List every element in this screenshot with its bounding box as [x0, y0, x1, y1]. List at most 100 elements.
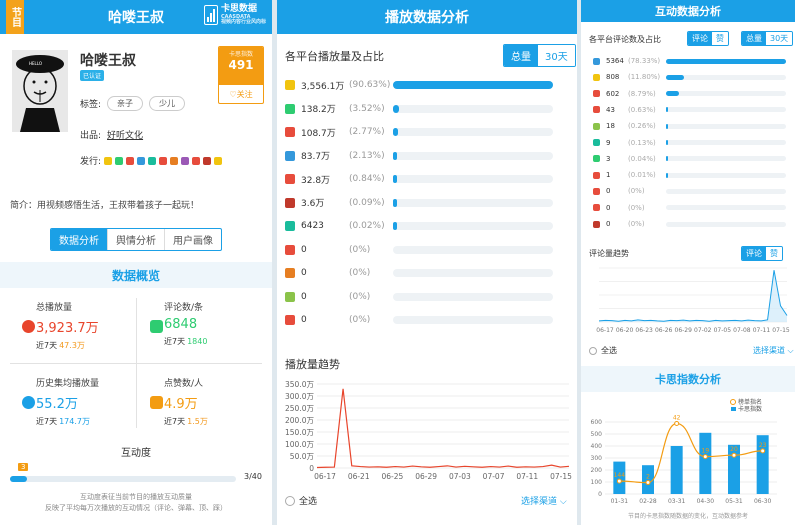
line-point — [731, 452, 737, 458]
thumb-icon — [150, 396, 163, 409]
platform-percent: (0.09%) — [349, 197, 385, 208]
y-tick-label: 200.0万 — [285, 416, 314, 425]
x-tick-label: 07-11 — [516, 472, 538, 481]
line-point — [702, 454, 708, 460]
toggle-like[interactable]: 赞 — [766, 247, 782, 260]
labels-caption: 标签: — [80, 100, 102, 110]
miaopai-icon — [285, 268, 295, 278]
x-tick-label: 05-31 — [725, 498, 743, 505]
x-tick-label: 04-30 — [697, 498, 715, 505]
x-tick-label: 07-15 — [772, 327, 790, 334]
label-pill[interactable]: 少儿 — [149, 96, 186, 111]
stat-value: 4.9万 — [164, 397, 198, 412]
tab-data-analysis[interactable]: 数据分析 — [51, 229, 107, 250]
x-tick-label: 01-31 — [611, 498, 629, 505]
platform-percent: (11.80%) — [628, 73, 661, 82]
platform-row: 0 (0%) — [593, 217, 786, 231]
platform-icon[interactable] — [181, 156, 190, 165]
interaction-bar — [10, 476, 236, 482]
x-tick-label: 06-21 — [348, 472, 370, 481]
platform-percent: (0%) — [349, 268, 371, 278]
tab-user-profile[interactable]: 用户画像 — [164, 229, 221, 250]
platform-row: 43 (0.63%) — [593, 103, 786, 117]
x-tick-label: 06-25 — [382, 472, 404, 481]
platform-percent: (90.63%) — [349, 80, 391, 90]
comment-trend-title: 评论量趋势 — [589, 249, 629, 258]
platform-row: 1 (0.01%) — [593, 168, 786, 182]
platform-value: 602 — [606, 89, 620, 98]
stat-value: 3,923.7万 — [36, 321, 99, 336]
platform-icon[interactable] — [104, 156, 113, 165]
toggle-total[interactable]: 总量 — [504, 45, 538, 66]
bar — [670, 446, 683, 494]
y-tick-label: 100.0万 — [285, 440, 314, 449]
platform-percent: (0%) — [628, 203, 645, 212]
tab-sentiment[interactable]: 舆情分析 — [107, 229, 164, 250]
platform-icon[interactable] — [159, 156, 168, 165]
toggle-comment[interactable]: 评论 — [688, 32, 712, 45]
platform-value: 18 — [606, 122, 615, 131]
x-tick-label: 07-08 — [733, 327, 751, 334]
platform-row: 138.2万 (3.52%) — [285, 102, 553, 116]
toggle-total[interactable]: 总量 — [742, 32, 766, 45]
y-tick-label: 200 — [591, 467, 603, 474]
platform-icon[interactable] — [192, 156, 201, 165]
toggle-comment[interactable]: 评论 — [742, 247, 766, 260]
platform-icon[interactable] — [115, 156, 124, 165]
stat-sub-value: 1.5万 — [187, 417, 208, 426]
platform-bar-track — [393, 81, 553, 89]
program-intro: 简介：用视频感悟生活，王叔带着孩子一起玩！ — [10, 201, 200, 211]
platform-percent: (0%) — [628, 220, 645, 228]
line-point — [616, 478, 622, 484]
platforms-row: 发行: — [80, 154, 223, 167]
platform-icon[interactable] — [170, 156, 179, 165]
platform-icon[interactable] — [203, 156, 212, 165]
y-tick-label: 350.0万 — [285, 380, 314, 389]
choose-channel-button[interactable]: 选择渠道 ⌵ — [753, 345, 794, 356]
comment-like-toggle: 评论 赞 — [687, 31, 729, 46]
youku-icon — [285, 80, 295, 90]
platform-value: 3.6万 — [301, 199, 325, 209]
line-label: 42 — [673, 415, 681, 422]
platform-icon — [593, 106, 600, 114]
platform-row: 0 (0%) — [593, 201, 786, 215]
platform-percent: (0.84%) — [349, 174, 385, 184]
legend-line-marker — [730, 399, 736, 405]
select-all[interactable]: 全选 — [589, 345, 617, 356]
stat-total-plays: 总播放量 3,923.7万 近7天 47.3万 — [10, 300, 130, 351]
platform-row: 32.8万 (0.84%) — [285, 172, 553, 186]
platform-icon[interactable] — [126, 156, 135, 165]
index-line — [619, 422, 763, 484]
logo-icon — [203, 5, 218, 26]
platform-icon[interactable] — [214, 156, 223, 165]
y-tick-label: 400 — [591, 443, 603, 450]
platform-bar — [666, 107, 668, 113]
choose-channel-button[interactable]: 选择渠道 ⌵ — [521, 494, 567, 507]
program-panel: 节目 哈喽王叔 卡思数据 CAASDATA 视频内容行业风向标 HELLO 哈喽王叔… — [0, 0, 272, 525]
platform-percent: (0.01%) — [628, 171, 656, 180]
platform-row: 6423 (0.02%) — [285, 219, 553, 233]
tencent-icon — [285, 127, 295, 137]
platform-value: 83.7万 — [301, 152, 331, 162]
platform-icon[interactable] — [137, 156, 146, 165]
follow-button[interactable]: ♡关注 — [219, 85, 263, 100]
line-label: 19 — [702, 448, 710, 455]
platform-icon[interactable] — [148, 156, 157, 165]
producer-link[interactable]: 好听文化 — [107, 131, 143, 141]
toggle-30d[interactable]: 30天 — [538, 45, 575, 66]
platform-bar-track — [393, 175, 553, 183]
y-tick-label: 300.0万 — [285, 392, 314, 401]
toggle-30d[interactable]: 30天 — [766, 32, 793, 45]
legend-bar-marker — [731, 407, 736, 411]
total-30d-toggle: 总量 30天 — [503, 44, 576, 67]
toggle-like[interactable]: 赞 — [712, 32, 728, 45]
producer-row: 出品: 好听文化 — [80, 128, 143, 141]
line-label: 144 — [614, 472, 626, 479]
platform-value: 6423 — [301, 221, 324, 231]
platform-bar — [666, 140, 668, 145]
label-pill[interactable]: 亲子 — [107, 96, 144, 111]
select-all[interactable]: 全选 — [285, 494, 317, 507]
platform-bar — [393, 222, 397, 230]
interaction-fill — [10, 476, 27, 482]
line-point — [760, 448, 766, 454]
